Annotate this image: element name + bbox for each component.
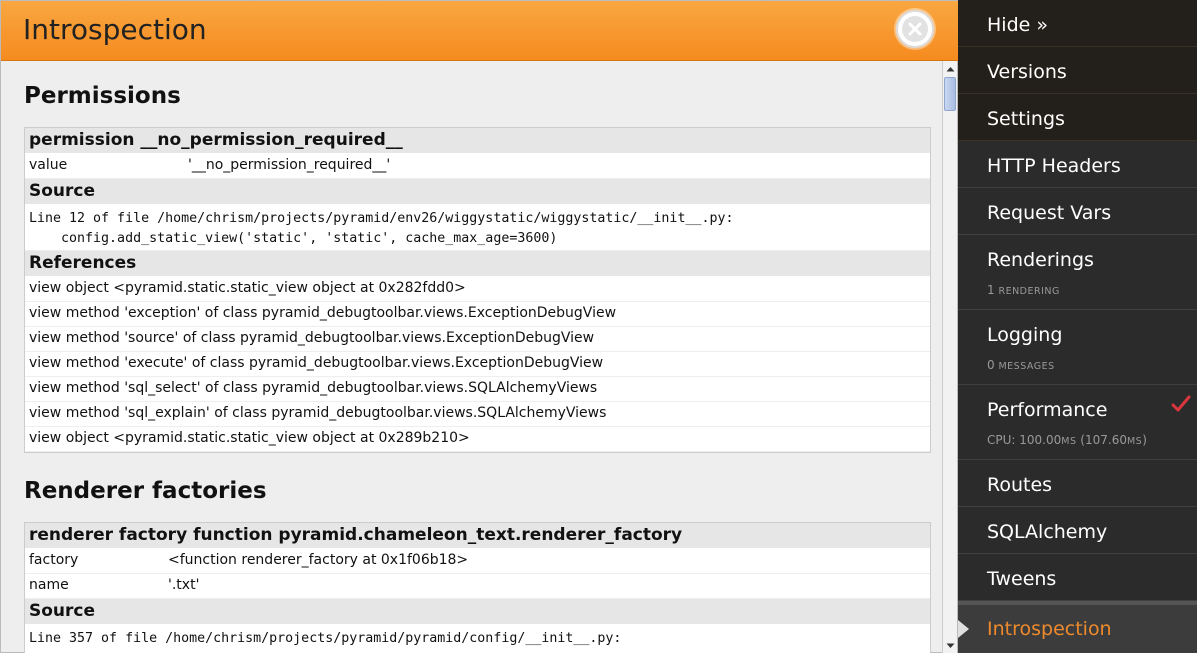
toolbar-item-label: Introspection xyxy=(987,618,1112,640)
panel-header: Introspection xyxy=(1,1,958,61)
row-key: factory xyxy=(29,552,79,568)
list-item: view method 'exception' of class pyramid… xyxy=(25,302,930,327)
renderers-table: renderer factory function pyramid.chamel… xyxy=(24,522,931,653)
toolbar-item-renderings[interactable]: Renderings 1 RENDERING xyxy=(958,235,1197,310)
permissions-heading: Permissions xyxy=(24,83,181,109)
panel-title: Introspection xyxy=(23,13,207,46)
toolbar-item-tweens[interactable]: Tweens xyxy=(958,554,1197,601)
perf-close: ) xyxy=(1142,433,1147,447)
renderings-count: 1 xyxy=(987,283,995,297)
toolbar-item-label: Request Vars xyxy=(987,202,1112,224)
logging-unit: MESSAGES xyxy=(998,361,1055,372)
toolbar-item-versions[interactable]: Versions xyxy=(958,47,1197,94)
toolbar-item-label: Versions xyxy=(987,61,1067,83)
toolbar-item-introspection[interactable]: Introspection xyxy=(958,601,1197,653)
toolbar-item-subtext: CPU: 100.00MS (107.60MS) xyxy=(987,433,1147,447)
toolbar-item-sqlalchemy[interactable]: SQLAlchemy xyxy=(958,507,1197,554)
references-label: References xyxy=(25,251,930,277)
introspection-panel: Introspection Permissions permission __n… xyxy=(0,0,958,653)
scroll-down-arrow-icon[interactable] xyxy=(945,640,956,651)
list-item: view method 'source' of class pyramid_de… xyxy=(25,327,930,352)
toolbar-item-label: Logging xyxy=(987,324,1063,346)
toolbar-item-label: Tweens xyxy=(987,568,1057,590)
renderer-factories-heading: Renderer factories xyxy=(24,478,267,504)
source-line: Line 357 of file /home/chrism/projects/p… xyxy=(29,631,622,646)
vertical-scrollbar[interactable] xyxy=(942,61,957,653)
perf-unit: MS xyxy=(1126,436,1143,447)
source-code: Line 12 of file /home/chrism/projects/py… xyxy=(25,205,930,251)
permission-header: permission __no_permission_required__ xyxy=(25,128,930,154)
toolbar-item-performance[interactable]: Performance CPU: 100.00MS (107.60MS) xyxy=(958,385,1197,460)
table-row: value '__no_permission_required__' xyxy=(25,154,930,179)
list-item: view method 'sql_select' of class pyrami… xyxy=(25,377,930,402)
perf-cpu: CPU: 100.00 xyxy=(987,433,1062,447)
panel-body[interactable]: Permissions permission __no_permission_r… xyxy=(1,61,941,653)
toolbar-hide-label: Hide » xyxy=(987,14,1048,36)
active-arrow-icon xyxy=(958,620,969,638)
toolbar-item-request-vars[interactable]: Request Vars xyxy=(958,188,1197,235)
toolbar-hide[interactable]: Hide » xyxy=(958,0,1197,47)
table-row: factory <function renderer_factory at 0x1… xyxy=(25,549,930,574)
toolbar-item-http-headers[interactable]: HTTP Headers xyxy=(958,141,1197,188)
source-label: Source xyxy=(25,599,930,625)
source-code: Line 357 of file /home/chrism/projects/p… xyxy=(25,625,930,653)
table-row: name '.txt' xyxy=(25,574,930,599)
check-icon[interactable] xyxy=(1171,395,1191,413)
perf-unit: MS xyxy=(1061,436,1077,447)
toolbar-item-subtext: 1 RENDERING xyxy=(987,283,1060,297)
scroll-up-arrow-icon[interactable] xyxy=(945,64,956,75)
renderer-header: renderer factory function pyramid.chamel… xyxy=(25,523,930,549)
renderings-unit: RENDERING xyxy=(998,286,1060,297)
list-item: view object <pyramid.static.static_view … xyxy=(25,427,930,452)
toolbar-item-label: SQLAlchemy xyxy=(987,521,1108,543)
close-button[interactable] xyxy=(896,10,934,48)
toolbar-item-settings[interactable]: Settings xyxy=(958,94,1197,141)
toolbar-item-label: HTTP Headers xyxy=(987,155,1121,177)
scroll-thumb[interactable] xyxy=(944,77,956,111)
row-value: '__no_permission_required__' xyxy=(188,157,391,173)
toolbar-item-subtext: 0 MESSAGES xyxy=(987,358,1055,372)
logging-count: 0 xyxy=(987,358,995,372)
permissions-table: permission __no_permission_required__ va… xyxy=(24,127,931,453)
toolbar-item-logging[interactable]: Logging 0 MESSAGES xyxy=(958,310,1197,385)
row-value: '.txt' xyxy=(168,577,200,593)
row-key: name xyxy=(29,577,69,593)
toolbar-item-routes[interactable]: Routes xyxy=(958,460,1197,507)
row-value: <function renderer_factory at 0x1f06b18> xyxy=(168,552,469,568)
debug-toolbar: Hide » Versions Settings HTTP Headers Re… xyxy=(958,0,1197,653)
perf-total: (107.60 xyxy=(1076,433,1127,447)
source-line: config.add_static_view('static', 'static… xyxy=(29,231,558,246)
toolbar-item-label: Settings xyxy=(987,108,1065,130)
toolbar-item-label: Performance xyxy=(987,399,1108,421)
toolbar-item-label: Routes xyxy=(987,474,1053,496)
source-label: Source xyxy=(25,179,930,205)
source-line: Line 12 of file /home/chrism/projects/py… xyxy=(29,211,734,226)
row-key: value xyxy=(29,157,68,173)
list-item: view method 'execute' of class pyramid_d… xyxy=(25,352,930,377)
list-item: view object <pyramid.static.static_view … xyxy=(25,277,930,302)
list-item: view method 'sql_explain' of class pyram… xyxy=(25,402,930,427)
toolbar-item-label: Renderings xyxy=(987,249,1094,271)
close-icon xyxy=(908,22,922,36)
